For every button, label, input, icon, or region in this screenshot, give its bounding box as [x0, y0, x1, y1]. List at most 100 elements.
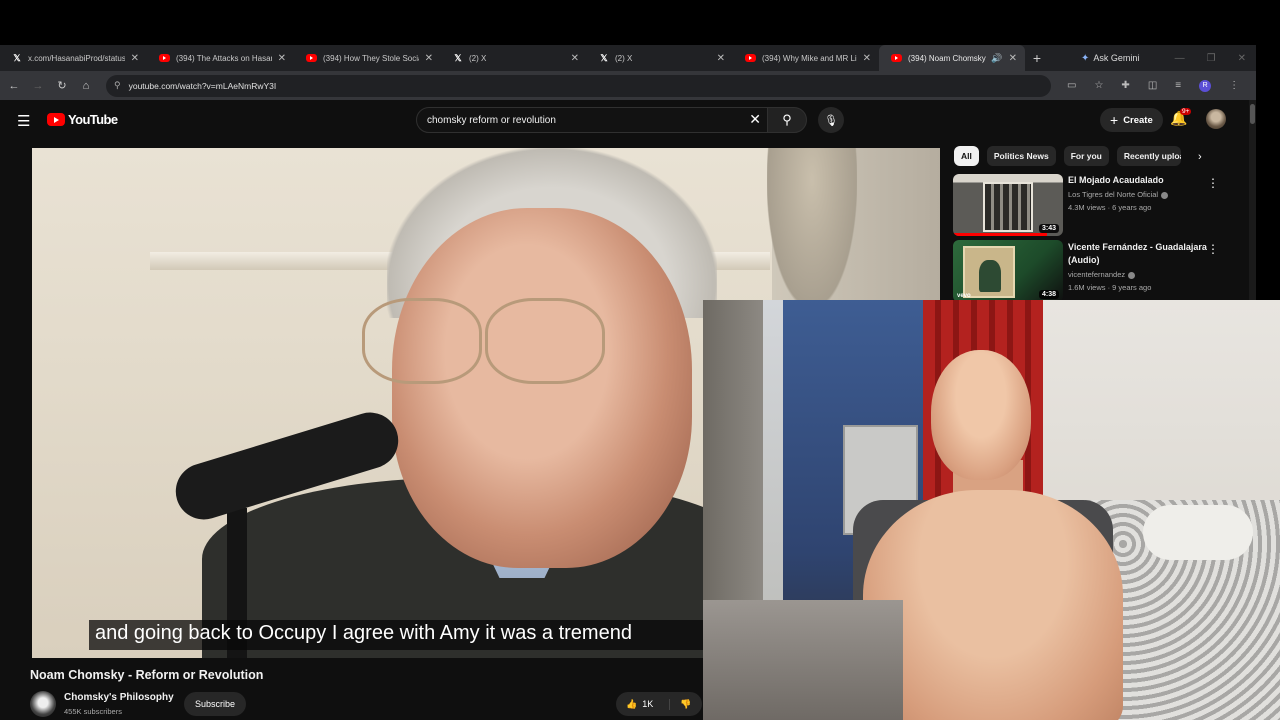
- youtube-icon: [745, 54, 756, 62]
- minimize-icon[interactable]: —: [1175, 53, 1185, 64]
- close-icon[interactable]: ✕: [717, 53, 725, 64]
- search-icon: ⚲: [782, 112, 792, 127]
- browser-tab[interactable]: (394) The Attacks on Hasan ✕: [147, 45, 294, 71]
- toolbar-icons: ▭ ☆ ✚ ◫ ≡ R ⋮: [1067, 79, 1239, 92]
- recommended-video[interactable]: 3:43 El Mojado Acaudalado Los Tigres del…: [953, 174, 1243, 236]
- new-tab-button[interactable]: +: [1025, 50, 1049, 66]
- verified-icon: [1128, 271, 1136, 279]
- more-options-icon[interactable]: ⋮: [1207, 242, 1219, 256]
- x-icon: 𝕏: [600, 52, 608, 63]
- scrollbar-thumb[interactable]: [1250, 104, 1255, 124]
- subscribe-button[interactable]: Subscribe: [184, 692, 246, 716]
- browser-tab[interactable]: 𝕏 x.com/HasanabiProd/status ✕: [0, 45, 147, 71]
- forward-icon[interactable]: →: [26, 80, 50, 92]
- media-icon[interactable]: ≡: [1175, 80, 1181, 91]
- tab-title: x.com/HasanabiProd/status: [28, 53, 125, 63]
- create-button[interactable]: + Create: [1100, 108, 1163, 132]
- close-icon[interactable]: ✕: [571, 53, 579, 64]
- notification-badge: 9+: [1180, 108, 1192, 115]
- video-thumbnail[interactable]: 3:43: [953, 174, 1063, 236]
- speaker-icon[interactable]: 🔊: [991, 53, 1002, 64]
- browser-tab[interactable]: 𝕏 (2) X ✕: [587, 45, 733, 71]
- chevron-right-icon[interactable]: ›: [1198, 151, 1202, 163]
- profile-avatar[interactable]: R: [1199, 79, 1212, 92]
- recommended-title[interactable]: Vicente Fernández - Guadalajara (Audio): [1068, 241, 1208, 267]
- thumbs-up-icon: 👍: [626, 698, 638, 709]
- youtube-header: ☰ YouTube chomsky reform or revolution ✕…: [0, 100, 1249, 140]
- watch-progress-bar: [953, 233, 1047, 236]
- vevo-logo: vevo: [957, 293, 971, 299]
- recommended-video[interactable]: vevo 4:38 Vicente Fernández - Guadalajar…: [953, 240, 1243, 302]
- clear-search-icon[interactable]: ✕: [749, 111, 761, 128]
- ask-gemini-button[interactable]: ✦ Ask Gemini: [1081, 53, 1139, 64]
- hamburger-menu-icon[interactable]: ☰: [17, 112, 30, 130]
- youtube-icon: [159, 54, 170, 62]
- recommended-channel[interactable]: Los Tigres del Norte Oficial: [1068, 190, 1169, 199]
- install-app-icon[interactable]: ▭: [1067, 80, 1076, 91]
- site-info-icon[interactable]: ⚲: [114, 80, 121, 91]
- close-icon[interactable]: ✕: [863, 53, 871, 64]
- recommended-channel[interactable]: vicentefernandez: [1068, 270, 1136, 279]
- chip-recently-uploaded[interactable]: Recently uploaded: [1116, 146, 1181, 166]
- browser-tab[interactable]: (394) Why Mike and MR Lik ✕: [733, 45, 879, 71]
- webcam-scene-head: [931, 350, 1031, 480]
- youtube-logo-text: YouTube: [68, 112, 118, 127]
- video-thumbnail[interactable]: vevo 4:38: [953, 240, 1063, 302]
- browser-tab[interactable]: (394) How They Stole Social ✕: [294, 45, 441, 71]
- search-input[interactable]: chomsky reform or revolution ✕: [416, 107, 768, 133]
- reload-icon[interactable]: ↻: [50, 79, 74, 92]
- home-icon[interactable]: ⌂: [74, 80, 98, 92]
- back-icon[interactable]: ←: [2, 80, 26, 92]
- thumbnail-image: [983, 182, 1033, 232]
- video-scene-glasses: [362, 298, 482, 384]
- video-caption: and going back to Occupy I agree with Am…: [89, 620, 704, 650]
- video-scene-lamp: [767, 148, 857, 308]
- recommended-meta: 4.3M views · 6 years ago: [1068, 203, 1152, 212]
- browser-tab-active[interactable]: (394) Noam Chomsky - R 🔊 ✕: [879, 45, 1025, 71]
- extensions-icon[interactable]: ✚: [1121, 80, 1129, 91]
- page-scrollbar[interactable]: [1249, 100, 1256, 300]
- tab-title: (394) Why Mike and MR Lik: [762, 53, 857, 63]
- video-duration: 4:38: [1038, 290, 1059, 299]
- video-duration: 3:43: [1038, 224, 1059, 233]
- close-icon[interactable]: ✕: [1009, 53, 1017, 64]
- sidepanel-icon[interactable]: ◫: [1148, 80, 1157, 91]
- microphone-icon: 🎙: [824, 114, 838, 127]
- browser-tab[interactable]: 𝕏 (2) X ✕: [441, 45, 587, 71]
- menu-dots-icon[interactable]: ⋮: [1229, 80, 1239, 91]
- channel-name[interactable]: Chomsky's Philosophy: [64, 692, 174, 703]
- account-avatar[interactable]: [1206, 109, 1226, 129]
- like-button[interactable]: 👍 1K: [616, 698, 670, 710]
- dislike-button[interactable]: 👎: [670, 699, 691, 710]
- chip-politics-news[interactable]: Politics News: [986, 146, 1056, 166]
- thumbs-down-icon: 👎: [680, 698, 692, 709]
- channel-avatar[interactable]: [30, 691, 56, 717]
- youtube-icon: [306, 54, 317, 62]
- chip-for-you[interactable]: For you: [1063, 146, 1109, 166]
- restore-icon[interactable]: ❐: [1207, 53, 1216, 64]
- close-icon[interactable]: ✕: [425, 53, 433, 64]
- create-label: Create: [1123, 114, 1153, 126]
- recommended-title[interactable]: El Mojado Acaudalado: [1068, 174, 1208, 187]
- address-bar: ← → ↻ ⌂ ⚲ youtube.com/watch?v=mLAeNmRwY3…: [0, 71, 1256, 100]
- tab-title: (394) Noam Chomsky - R: [908, 53, 987, 63]
- youtube-logo[interactable]: YouTube: [47, 112, 118, 127]
- search-button[interactable]: ⚲: [767, 107, 807, 133]
- video-title: Noam Chomsky - Reform or Revolution: [30, 668, 264, 682]
- youtube-icon: [891, 54, 902, 62]
- url-input[interactable]: ⚲ youtube.com/watch?v=mLAeNmRwY3I: [106, 74, 1051, 97]
- channel-label: Los Tigres del Norte Oficial: [1068, 190, 1159, 199]
- channel-subscribers: 455K subscribers: [64, 707, 122, 716]
- bookmark-star-icon[interactable]: ☆: [1094, 80, 1103, 91]
- chip-all[interactable]: All: [954, 146, 979, 166]
- ask-gemini-label: Ask Gemini: [1093, 53, 1140, 63]
- browser-tab-bar: 𝕏 x.com/HasanabiProd/status ✕ (394) The …: [0, 45, 1256, 71]
- close-icon[interactable]: ✕: [131, 53, 139, 64]
- more-options-icon[interactable]: ⋮: [1207, 176, 1219, 190]
- tab-title: (2) X: [469, 53, 487, 63]
- verified-icon: [1161, 191, 1169, 199]
- close-icon[interactable]: ✕: [278, 53, 286, 64]
- window-controls: — ❐ ✕: [1175, 45, 1246, 71]
- close-window-icon[interactable]: ✕: [1238, 53, 1246, 64]
- voice-search-button[interactable]: 🎙: [818, 107, 844, 133]
